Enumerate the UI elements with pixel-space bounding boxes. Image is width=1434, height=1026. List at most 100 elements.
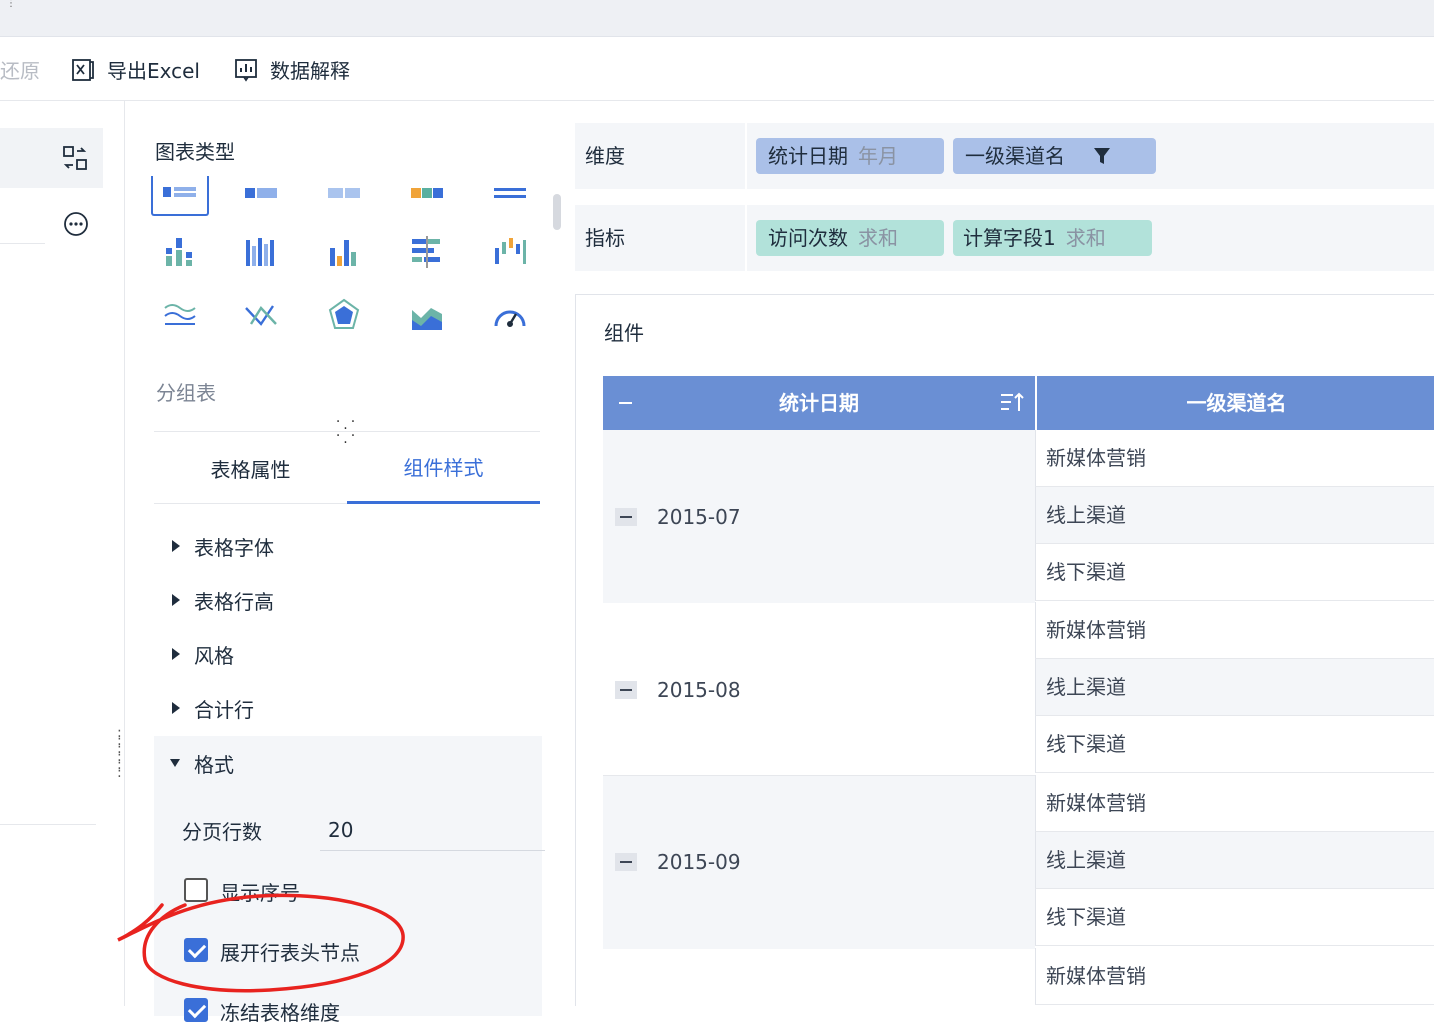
table-cell: 线上渠道 bbox=[1035, 487, 1434, 544]
table-row-group: 2015-09 bbox=[603, 776, 1035, 950]
table-cell: 线下渠道 bbox=[1035, 544, 1434, 601]
config-panel: 图表类型 分组表 · · · · · · 表格属性 组件样式 表格字体 表格行高… bbox=[126, 101, 566, 1025]
filter-icon[interactable] bbox=[1093, 146, 1111, 166]
pill-sub: 求和 bbox=[1065, 226, 1106, 250]
pill-name: 访问次数 bbox=[768, 226, 848, 250]
widget-card: 组件 统计日期 一级渠道名 2015-07 新媒体营销 线上渠道 线下渠道 20… bbox=[575, 294, 1434, 1010]
waterfall-icon bbox=[495, 238, 526, 264]
kpi-number-icon bbox=[494, 188, 526, 198]
radar-chart-icon bbox=[328, 298, 360, 329]
table-cell: 新媒体营销 bbox=[1035, 775, 1434, 832]
section-label: 格式 bbox=[194, 752, 234, 777]
caret-right-icon bbox=[172, 702, 180, 714]
tab-table-properties[interactable]: 表格属性 bbox=[154, 432, 347, 504]
data-explain-label: 数据解释 bbox=[270, 59, 350, 83]
chart-type-grid bbox=[150, 176, 545, 336]
collapse-group-icon[interactable] bbox=[615, 853, 637, 871]
chart-type-cross-table[interactable] bbox=[232, 176, 290, 216]
chart-type-grouped-table[interactable] bbox=[151, 176, 209, 216]
grouped-table-icon bbox=[163, 187, 196, 197]
show-index-checkbox[interactable] bbox=[184, 878, 208, 902]
section-style[interactable]: 风格 bbox=[154, 627, 542, 681]
show-index-label: 显示序号 bbox=[220, 881, 300, 905]
dimension-pill-channel[interactable]: 一级渠道名 bbox=[953, 138, 1156, 174]
divider bbox=[745, 123, 747, 189]
chart-type-line[interactable] bbox=[151, 294, 209, 334]
measure-pill-calc-field[interactable]: 计算字段1 求和 bbox=[953, 220, 1152, 256]
current-chart-name: 分组表 bbox=[156, 381, 216, 405]
area-chart-icon bbox=[412, 308, 442, 330]
table-cell: 新媒体营销 bbox=[1035, 430, 1434, 487]
chart-type-gauge[interactable] bbox=[481, 294, 539, 334]
restore-button[interactable]: 还原 bbox=[0, 55, 40, 84]
page-rows-input[interactable]: 20 bbox=[320, 815, 545, 851]
sort-icon[interactable] bbox=[999, 391, 1025, 415]
pill-sub: 年月 bbox=[858, 144, 898, 168]
chart-grid-scrollbar[interactable] bbox=[553, 194, 561, 230]
export-excel-button[interactable]: 导出Excel bbox=[71, 55, 200, 84]
pill-name: 计算字段1 bbox=[963, 226, 1056, 250]
section-label: 表格字体 bbox=[194, 535, 274, 560]
chart-type-multi-column[interactable] bbox=[232, 232, 290, 272]
group-date: 2015-07 bbox=[657, 505, 741, 529]
measure-label: 指标 bbox=[585, 226, 625, 250]
section-total-row[interactable]: 合计行 bbox=[154, 681, 542, 735]
section-table-font[interactable]: 表格字体 bbox=[154, 519, 542, 573]
column-chart-icon bbox=[330, 240, 356, 266]
dimension-pill-date[interactable]: 统计日期 年月 bbox=[756, 138, 944, 174]
detail-table-icon bbox=[328, 188, 360, 198]
chart-type-color-table[interactable] bbox=[398, 176, 456, 216]
freeze-dimension-label: 冻结表格维度 bbox=[220, 1001, 340, 1025]
column-header-channel[interactable]: 一级渠道名 bbox=[1037, 376, 1434, 430]
data-explain-button[interactable]: 数据解释 bbox=[234, 55, 350, 84]
color-table-icon bbox=[411, 188, 443, 198]
column-header-date[interactable]: 统计日期 bbox=[603, 376, 1035, 430]
caret-right-icon bbox=[172, 540, 180, 552]
table-cell: 线下渠道 bbox=[1035, 716, 1434, 773]
widget-title: 组件 bbox=[604, 321, 644, 345]
bar-chart-icon bbox=[412, 236, 440, 268]
tab-component-style[interactable]: 组件样式 bbox=[347, 432, 540, 504]
page-rows-label: 分页行数 bbox=[182, 820, 262, 844]
divider bbox=[745, 205, 747, 271]
chart-type-detail-table[interactable] bbox=[315, 176, 373, 216]
freeze-dimension-checkbox[interactable] bbox=[184, 998, 208, 1022]
chart-type-radar[interactable] bbox=[315, 294, 373, 334]
chart-type-scatter-line[interactable] bbox=[232, 294, 290, 334]
switch-layout-icon[interactable] bbox=[62, 145, 88, 171]
caret-down-icon bbox=[170, 759, 180, 767]
chart-type-bar[interactable] bbox=[398, 232, 456, 272]
table-cell: 线下渠道 bbox=[1035, 889, 1434, 946]
left-strip: : :: :: : bbox=[0, 101, 125, 1006]
table-header: 统计日期 一级渠道名 bbox=[603, 376, 1434, 430]
table-cell: 线上渠道 bbox=[1035, 832, 1434, 889]
chart-type-area[interactable] bbox=[398, 294, 456, 334]
table-cell: 线上渠道 bbox=[1035, 659, 1434, 716]
main-area: 维度 统计日期 年月 一级渠道名 指标 访问次数 求和 计算字段1 求和 组件 统计日… bbox=[566, 101, 1434, 1010]
more-options-icon[interactable] bbox=[63, 211, 89, 237]
measure-row: 指标 访问次数 求和 计算字段1 求和 bbox=[575, 205, 1434, 271]
window-top-bar: ⋮ bbox=[0, 0, 1434, 37]
pill-name: 一级渠道名 bbox=[965, 144, 1065, 168]
chart-explain-icon bbox=[235, 58, 257, 82]
format-section: 格式 分页行数 20 显示序号 展开行表头节点 冻结表格维度 bbox=[154, 736, 545, 1025]
section-label: 风格 bbox=[194, 643, 234, 668]
chart-type-waterfall[interactable] bbox=[481, 232, 539, 272]
collapse-group-icon[interactable] bbox=[615, 681, 637, 699]
expand-header-checkbox[interactable] bbox=[184, 938, 208, 962]
pill-sub: 求和 bbox=[858, 226, 898, 250]
caret-right-icon bbox=[172, 594, 180, 606]
caret-right-icon bbox=[172, 648, 180, 660]
section-label: 表格行高 bbox=[194, 589, 274, 614]
excel-icon bbox=[72, 58, 94, 81]
collapse-group-icon[interactable] bbox=[615, 508, 637, 526]
chart-type-stacked-column[interactable] bbox=[151, 232, 209, 272]
section-format[interactable]: 格式 bbox=[154, 736, 542, 790]
table-row-group: 2015-07 bbox=[603, 430, 1035, 604]
section-label: 合计行 bbox=[194, 697, 254, 722]
measure-pill-visits[interactable]: 访问次数 求和 bbox=[756, 220, 944, 256]
more-vertical-icon[interactable]: ⋮ bbox=[6, 0, 16, 9]
section-row-height[interactable]: 表格行高 bbox=[154, 573, 542, 627]
chart-type-kpi[interactable] bbox=[481, 176, 539, 216]
chart-type-column[interactable] bbox=[315, 232, 373, 272]
